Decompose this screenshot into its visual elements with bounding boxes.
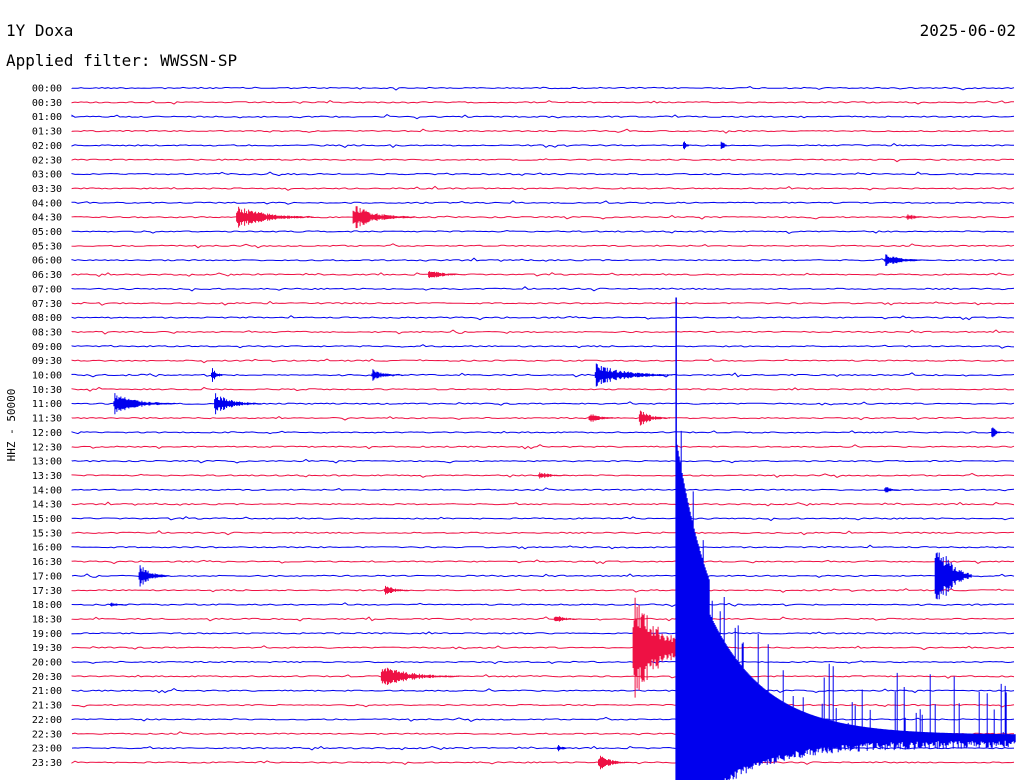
- tick-label: 01:00: [32, 112, 62, 123]
- tick-label: 06:00: [32, 256, 62, 267]
- tick-label: 10:00: [32, 371, 62, 382]
- tick-label: 16:00: [32, 543, 62, 554]
- tick-label: 18:00: [32, 600, 62, 611]
- station-title: 1Y Doxa: [6, 21, 73, 40]
- tick-label: 12:00: [32, 428, 62, 439]
- tick-label: 23:30: [32, 758, 62, 769]
- tick-label: 14:30: [32, 500, 62, 511]
- tick-label: 19:00: [32, 629, 62, 640]
- tick-label: 07:00: [32, 284, 62, 295]
- tick-label: 21:00: [32, 686, 62, 697]
- tick-label: 09:00: [32, 342, 62, 353]
- tick-label: 18:30: [32, 614, 62, 625]
- tick-label: 09:30: [32, 356, 62, 367]
- tick-label: 22:00: [32, 715, 62, 726]
- tick-label: 05:00: [32, 227, 62, 238]
- tick-label: 05:30: [32, 241, 62, 252]
- tick-label: 15:30: [32, 528, 62, 539]
- seismogram-chart: 1Y Doxa 2025-06-02 Applied filter: WWSSN…: [0, 0, 1024, 780]
- tick-label: 13:00: [32, 457, 62, 468]
- tick-label: 11:00: [32, 399, 62, 410]
- tick-label: 02:00: [32, 141, 62, 152]
- tick-label: 15:00: [32, 514, 62, 525]
- tick-label: 14:00: [32, 485, 62, 496]
- tick-label: 03:30: [32, 184, 62, 195]
- tick-label: 13:30: [32, 471, 62, 482]
- tick-label: 11:30: [32, 414, 62, 425]
- tick-label: 08:30: [32, 327, 62, 338]
- tick-label: 07:30: [32, 299, 62, 310]
- tick-label: 16:30: [32, 557, 62, 568]
- tick-label: 21:30: [32, 701, 62, 712]
- tick-label: 22:30: [32, 729, 62, 740]
- tick-label: 12:30: [32, 442, 62, 453]
- tick-label: 02:30: [32, 155, 62, 166]
- tick-label: 03:00: [32, 170, 62, 181]
- tick-label: 23:00: [32, 744, 62, 755]
- tick-label: 00:00: [32, 84, 62, 95]
- tick-label: 00:30: [32, 98, 62, 109]
- filter-label: Applied filter: WWSSN-SP: [6, 51, 237, 70]
- tick-label: 20:00: [32, 658, 62, 669]
- tick-label: 17:00: [32, 571, 62, 582]
- tick-label: 04:00: [32, 198, 62, 209]
- tick-label: 20:30: [32, 672, 62, 683]
- date-label: 2025-06-02: [920, 21, 1016, 40]
- tick-label: 01:30: [32, 127, 62, 138]
- tick-label: 17:30: [32, 586, 62, 597]
- tick-label: 08:00: [32, 313, 62, 324]
- tick-label: 04:30: [32, 213, 62, 224]
- tick-label: 06:30: [32, 270, 62, 281]
- y-axis-label: HHZ - 50000: [5, 389, 18, 462]
- tick-label: 19:30: [32, 643, 62, 654]
- tick-label: 10:30: [32, 385, 62, 396]
